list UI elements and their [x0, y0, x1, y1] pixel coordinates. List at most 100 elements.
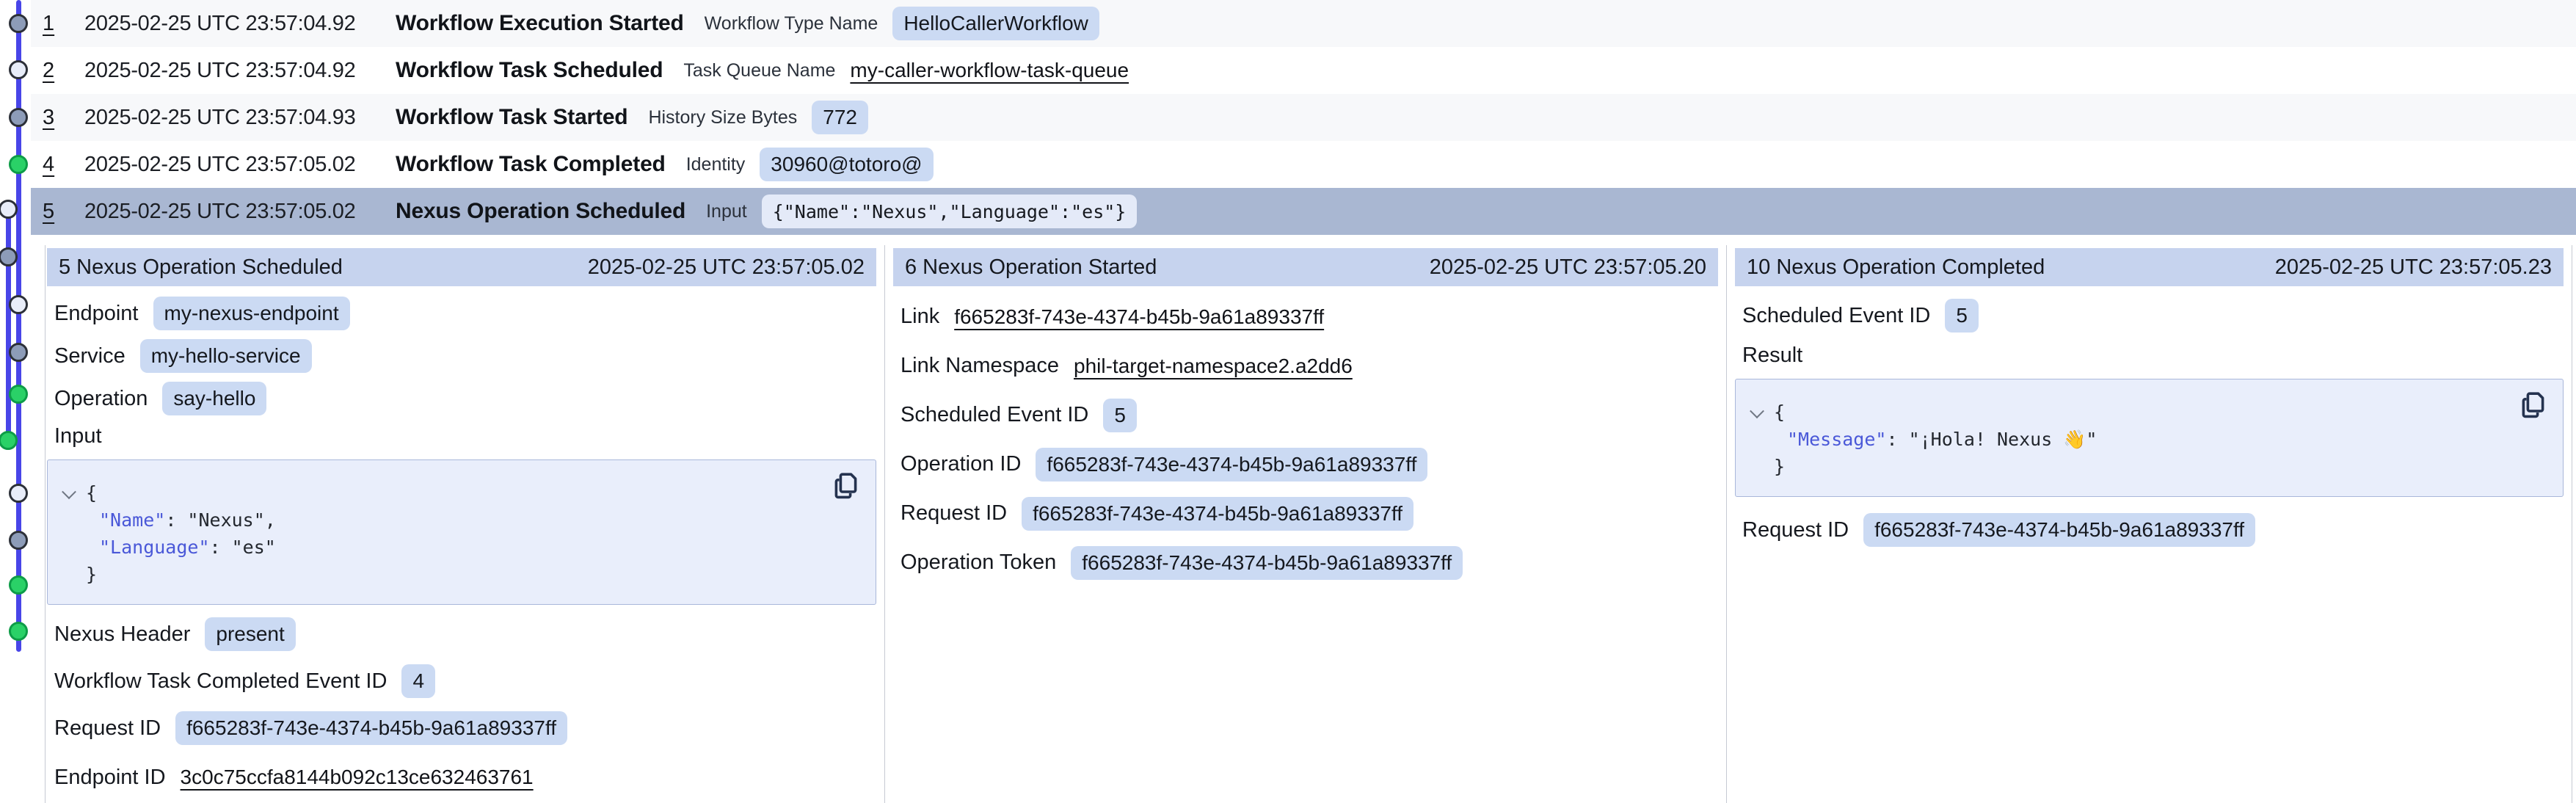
event-row-5-selected[interactable]: 5 2025-02-25 UTC 23:57:05.02 Nexus Opera…	[31, 188, 2576, 235]
field-label: Scheduled Event ID	[900, 403, 1088, 427]
field-label: Operation Token	[900, 551, 1056, 575]
event-attr-label: Task Queue Name	[683, 60, 835, 81]
field-label: Result	[1742, 344, 1802, 368]
panel-nexus-operation-started: 6 Nexus Operation Started 2025-02-25 UTC…	[884, 245, 1726, 803]
json-brace: }	[86, 564, 97, 585]
field-link: Link f665283f-743e-4374-b45b-9a61a89337f…	[893, 292, 1718, 341]
field-request-id: Request ID f665283f-743e-4374-b45b-9a61a…	[893, 489, 1718, 538]
json-key: "Name"	[99, 509, 165, 531]
collapse-chevron-icon[interactable]	[62, 484, 76, 499]
event-row-3[interactable]: 3 2025-02-25 UTC 23:57:04.93 Workflow Ta…	[31, 94, 2576, 141]
field-label: Input	[54, 424, 102, 448]
event-attr-label: History Size Bytes	[648, 107, 797, 128]
event-name: Workflow Execution Started	[396, 11, 684, 36]
event-dot-completed[interactable]	[9, 575, 28, 595]
event-dot-started[interactable]	[9, 531, 28, 550]
json-brace: {	[86, 482, 97, 504]
event-group-detail: 5 Nexus Operation Scheduled 2025-02-25 U…	[45, 245, 2572, 803]
input-payload-viewer: { "Name": "Nexus", "Language": "es" }	[47, 459, 876, 605]
panel-timestamp: 2025-02-25 UTC 23:57:05.02	[588, 255, 865, 280]
event-id-link[interactable]: 1	[43, 12, 60, 36]
event-attr-value-badge: {"Name":"Nexus","Language":"es"}	[762, 195, 1138, 228]
field-link-namespace: Link Namespace phil-target-namespace2.a2…	[893, 341, 1718, 390]
field-result: Result	[1735, 339, 2564, 371]
field-nexus-header: Nexus Header present	[47, 611, 876, 658]
field-value-badge: f665283f-743e-4374-b45b-9a61a89337ff	[1071, 546, 1463, 580]
event-dot-started[interactable]	[9, 14, 28, 33]
event-dot-scheduled[interactable]	[9, 295, 28, 314]
workflow-history-view: 1 2025-02-25 UTC 23:57:04.92 Workflow Ex…	[0, 0, 2576, 803]
event-time: 2025-02-25 UTC 23:57:05.02	[84, 153, 396, 177]
field-wtc-event-id: Workflow Task Completed Event ID 4	[47, 658, 876, 705]
field-value-badge: 5	[1103, 399, 1137, 432]
field-label: Service	[54, 344, 125, 368]
event-id-link[interactable]: 5	[43, 200, 60, 224]
json-key: "Message"	[1787, 429, 1886, 450]
field-endpoint: Endpoint my-nexus-endpoint	[47, 292, 876, 335]
copy-icon[interactable]	[832, 470, 861, 503]
field-operation-token: Operation Token f665283f-743e-4374-b45b-…	[893, 538, 1718, 587]
field-value-badge: f665283f-743e-4374-b45b-9a61a89337ff	[1022, 497, 1413, 531]
event-dot-completed[interactable]	[9, 622, 28, 641]
task-queue-link[interactable]: my-caller-workflow-task-queue	[850, 59, 1129, 82]
event-id-link[interactable]: 3	[43, 106, 60, 130]
event-dot-started[interactable]	[0, 247, 18, 266]
event-attr-value-badge: 772	[812, 101, 868, 134]
panel-title: 10 Nexus Operation Completed	[1747, 255, 2045, 280]
json-value: "es"	[232, 537, 276, 558]
json-value: "¡Hola! Nexus 👋"	[1909, 429, 2097, 450]
link-value-link[interactable]: f665283f-743e-4374-b45b-9a61a89337ff	[954, 305, 1324, 329]
event-name: Workflow Task Started	[396, 105, 627, 130]
event-attr-label: Identity	[686, 154, 746, 175]
event-row-1[interactable]: 1 2025-02-25 UTC 23:57:04.92 Workflow Ex…	[31, 0, 2576, 47]
event-dot-scheduled[interactable]	[0, 200, 18, 219]
event-dot-started[interactable]	[9, 343, 28, 362]
event-id-link[interactable]: 2	[43, 59, 60, 83]
panel-timestamp: 2025-02-25 UTC 23:57:05.23	[2275, 255, 2552, 280]
event-time: 2025-02-25 UTC 23:57:04.92	[84, 59, 396, 83]
event-dot-scheduled[interactable]	[9, 60, 28, 79]
copy-icon[interactable]	[2519, 390, 2548, 422]
field-label: Operation	[54, 387, 148, 411]
field-label: Endpoint	[54, 302, 139, 326]
json-brace: }	[1774, 456, 1785, 477]
event-attr-value-badge: 30960@totoro@	[760, 148, 933, 181]
event-dot-completed[interactable]	[9, 385, 28, 404]
field-value-badge: present	[205, 617, 295, 651]
event-dot-started[interactable]	[9, 108, 28, 127]
field-value-badge: f665283f-743e-4374-b45b-9a61a89337ff	[1863, 513, 2255, 547]
event-history-table: 1 2025-02-25 UTC 23:57:04.92 Workflow Ex…	[0, 0, 2576, 235]
collapse-chevron-icon[interactable]	[1750, 404, 1764, 418]
field-operation-id: Operation ID f665283f-743e-4374-b45b-9a6…	[893, 440, 1718, 489]
field-label: Request ID	[1742, 518, 1849, 542]
event-time: 2025-02-25 UTC 23:57:04.93	[84, 106, 396, 130]
event-name: Workflow Task Completed	[396, 152, 666, 177]
panel-title: 6 Nexus Operation Started	[905, 255, 1157, 280]
field-value-badge: my-hello-service	[140, 339, 312, 373]
field-scheduled-event-id: Scheduled Event ID 5	[1735, 292, 2564, 339]
timeline-branch-line	[6, 209, 11, 440]
event-time: 2025-02-25 UTC 23:57:05.02	[84, 200, 396, 224]
event-row-2[interactable]: 2 2025-02-25 UTC 23:57:04.92 Workflow Ta…	[31, 47, 2576, 94]
json-key: "Language"	[99, 537, 210, 558]
link-namespace-link[interactable]: phil-target-namespace2.a2dd6	[1074, 355, 1353, 378]
json-value: "Nexus",	[187, 509, 275, 531]
event-dot-completed[interactable]	[0, 431, 18, 450]
json-brace: {	[1774, 402, 1785, 423]
field-label: Link Namespace	[900, 354, 1059, 378]
timeline-main-line	[16, 0, 21, 652]
field-value-badge: 4	[401, 664, 435, 698]
event-dot-scheduled[interactable]	[9, 484, 28, 503]
field-input: Input	[47, 420, 876, 452]
panel-title: 5 Nexus Operation Scheduled	[59, 255, 343, 280]
field-value-badge: f665283f-743e-4374-b45b-9a61a89337ff	[1036, 448, 1427, 482]
timeline-graph	[0, 0, 41, 803]
field-scheduled-event-id: Scheduled Event ID 5	[893, 390, 1718, 440]
field-label: Request ID	[900, 501, 1007, 526]
event-time: 2025-02-25 UTC 23:57:04.92	[84, 12, 396, 36]
event-id-link[interactable]: 4	[43, 153, 60, 177]
endpoint-id-link[interactable]: 3c0c75ccfa8144b092c13ce632463761	[181, 766, 534, 789]
event-row-4[interactable]: 4 2025-02-25 UTC 23:57:05.02 Workflow Ta…	[31, 141, 2576, 188]
event-dot-completed[interactable]	[9, 155, 28, 174]
field-value-badge: say-hello	[162, 382, 266, 415]
